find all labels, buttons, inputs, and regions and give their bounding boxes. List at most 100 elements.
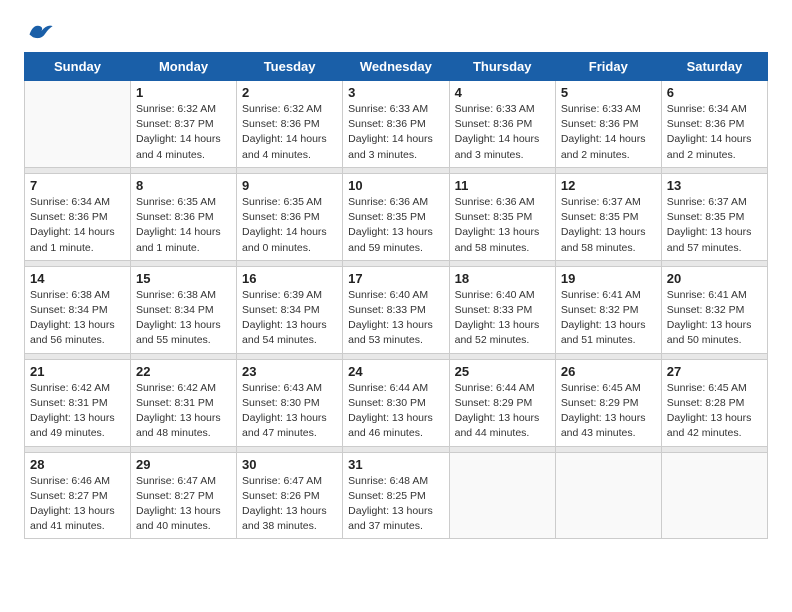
calendar-day-cell: 6 Sunrise: 6:34 AMSunset: 8:36 PMDaylight… [661, 81, 767, 168]
calendar-day-cell: 11 Sunrise: 6:36 AMSunset: 8:35 PMDayligh… [449, 173, 555, 260]
day-info: Sunrise: 6:38 AMSunset: 8:34 PMDaylight:… [136, 288, 231, 349]
day-number: 27 [667, 364, 762, 379]
day-number: 15 [136, 271, 231, 286]
day-number: 14 [30, 271, 125, 286]
calendar-day-cell [449, 452, 555, 539]
day-info: Sunrise: 6:45 AMSunset: 8:29 PMDaylight:… [561, 381, 656, 442]
day-info: Sunrise: 6:42 AMSunset: 8:31 PMDaylight:… [136, 381, 231, 442]
day-info: Sunrise: 6:35 AMSunset: 8:36 PMDaylight:… [136, 195, 231, 256]
calendar-week-row: 1Sunrise: 6:32 AMSunset: 8:37 PMDaylight… [25, 81, 768, 168]
day-info: Sunrise: 6:33 AMSunset: 8:36 PMDaylight:… [561, 102, 656, 163]
day-number: 10 [348, 178, 443, 193]
day-info: Sunrise: 6:37 AMSunset: 8:35 PMDaylight:… [667, 195, 762, 256]
day-info: Sunrise: 6:35 AMSunset: 8:36 PMDaylight:… [242, 195, 337, 256]
day-info: Sunrise: 6:43 AMSunset: 8:30 PMDaylight:… [242, 381, 337, 442]
day-info: Sunrise: 6:41 AMSunset: 8:32 PMDaylight:… [667, 288, 762, 349]
day-number: 25 [455, 364, 550, 379]
calendar-day-cell: 9 Sunrise: 6:35 AMSunset: 8:36 PMDaylight… [237, 173, 343, 260]
day-number: 24 [348, 364, 443, 379]
day-info: Sunrise: 6:44 AMSunset: 8:29 PMDaylight:… [455, 381, 550, 442]
calendar-day-cell: 10 Sunrise: 6:36 AMSunset: 8:35 PMDayligh… [343, 173, 449, 260]
calendar-day-cell: 31 Sunrise: 6:48 AMSunset: 8:25 PMDayligh… [343, 452, 449, 539]
day-info: Sunrise: 6:33 AMSunset: 8:36 PMDaylight:… [348, 102, 443, 163]
calendar-day-cell: 18 Sunrise: 6:40 AMSunset: 8:33 PMDayligh… [449, 266, 555, 353]
day-info: Sunrise: 6:47 AMSunset: 8:26 PMDaylight:… [242, 474, 337, 535]
calendar-day-cell: 5 Sunrise: 6:33 AMSunset: 8:36 PMDaylight… [555, 81, 661, 168]
calendar-day-cell: 22 Sunrise: 6:42 AMSunset: 8:31 PMDayligh… [131, 359, 237, 446]
day-number: 6 [667, 85, 762, 100]
day-number: 12 [561, 178, 656, 193]
calendar-day-cell: 26Sunrise: 6:45 AMSunset: 8:29 PMDayligh… [555, 359, 661, 446]
calendar-week-row: 28 Sunrise: 6:46 AMSunset: 8:27 PMDayligh… [25, 452, 768, 539]
day-number: 7 [30, 178, 125, 193]
day-info: Sunrise: 6:32 AMSunset: 8:36 PMDaylight:… [242, 102, 337, 163]
day-info: Sunrise: 6:41 AMSunset: 8:32 PMDaylight:… [561, 288, 656, 349]
day-number: 2 [242, 85, 337, 100]
calendar-day-cell: 2 Sunrise: 6:32 AMSunset: 8:36 PMDaylight… [237, 81, 343, 168]
calendar-day-cell: 21Sunrise: 6:42 AMSunset: 8:31 PMDayligh… [25, 359, 131, 446]
day-info: Sunrise: 6:48 AMSunset: 8:25 PMDaylight:… [348, 474, 443, 535]
weekday-header: Sunday [25, 53, 131, 81]
day-number: 19 [561, 271, 656, 286]
day-number: 31 [348, 457, 443, 472]
calendar-day-cell: 16 Sunrise: 6:39 AMSunset: 8:34 PMDayligh… [237, 266, 343, 353]
calendar-day-cell: 17 Sunrise: 6:40 AMSunset: 8:33 PMDayligh… [343, 266, 449, 353]
calendar-day-cell: 23Sunrise: 6:43 AMSunset: 8:30 PMDayligh… [237, 359, 343, 446]
day-number: 3 [348, 85, 443, 100]
calendar-day-cell: 3 Sunrise: 6:33 AMSunset: 8:36 PMDaylight… [343, 81, 449, 168]
calendar-header-row: SundayMondayTuesdayWednesdayThursdayFrid… [25, 53, 768, 81]
header [24, 20, 768, 42]
day-number: 28 [30, 457, 125, 472]
day-info: Sunrise: 6:32 AMSunset: 8:37 PMDaylight:… [136, 102, 231, 163]
calendar-day-cell: 28 Sunrise: 6:46 AMSunset: 8:27 PMDayligh… [25, 452, 131, 539]
calendar-week-row: 7 Sunrise: 6:34 AMSunset: 8:36 PMDaylight… [25, 173, 768, 260]
day-info: Sunrise: 6:36 AMSunset: 8:35 PMDaylight:… [348, 195, 443, 256]
day-number: 22 [136, 364, 231, 379]
logo-bird-icon [26, 20, 54, 42]
day-number: 13 [667, 178, 762, 193]
calendar-day-cell: 24 Sunrise: 6:44 AMSunset: 8:30 PMDayligh… [343, 359, 449, 446]
day-number: 9 [242, 178, 337, 193]
calendar-day-cell: 13 Sunrise: 6:37 AMSunset: 8:35 PMDayligh… [661, 173, 767, 260]
day-info: Sunrise: 6:34 AMSunset: 8:36 PMDaylight:… [667, 102, 762, 163]
day-info: Sunrise: 6:40 AMSunset: 8:33 PMDaylight:… [455, 288, 550, 349]
day-number: 20 [667, 271, 762, 286]
day-info: Sunrise: 6:36 AMSunset: 8:35 PMDaylight:… [455, 195, 550, 256]
calendar-day-cell: 7 Sunrise: 6:34 AMSunset: 8:36 PMDaylight… [25, 173, 131, 260]
day-number: 4 [455, 85, 550, 100]
weekday-header: Monday [131, 53, 237, 81]
weekday-header: Thursday [449, 53, 555, 81]
calendar-day-cell: 1Sunrise: 6:32 AMSunset: 8:37 PMDaylight… [131, 81, 237, 168]
day-number: 5 [561, 85, 656, 100]
calendar-day-cell: 4 Sunrise: 6:33 AMSunset: 8:36 PMDaylight… [449, 81, 555, 168]
weekday-header: Tuesday [237, 53, 343, 81]
day-info: Sunrise: 6:34 AMSunset: 8:36 PMDaylight:… [30, 195, 125, 256]
calendar-day-cell: 20 Sunrise: 6:41 AMSunset: 8:32 PMDayligh… [661, 266, 767, 353]
calendar-day-cell: 30 Sunrise: 6:47 AMSunset: 8:26 PMDayligh… [237, 452, 343, 539]
day-info: Sunrise: 6:33 AMSunset: 8:36 PMDaylight:… [455, 102, 550, 163]
calendar-day-cell: 14 Sunrise: 6:38 AMSunset: 8:34 PMDayligh… [25, 266, 131, 353]
calendar-day-cell: 15 Sunrise: 6:38 AMSunset: 8:34 PMDayligh… [131, 266, 237, 353]
day-info: Sunrise: 6:44 AMSunset: 8:30 PMDaylight:… [348, 381, 443, 442]
day-number: 30 [242, 457, 337, 472]
day-number: 17 [348, 271, 443, 286]
calendar-day-cell: 19 Sunrise: 6:41 AMSunset: 8:32 PMDayligh… [555, 266, 661, 353]
weekday-header: Wednesday [343, 53, 449, 81]
calendar-day-cell [661, 452, 767, 539]
calendar-day-cell [25, 81, 131, 168]
calendar-day-cell: 12Sunrise: 6:37 AMSunset: 8:35 PMDayligh… [555, 173, 661, 260]
day-number: 29 [136, 457, 231, 472]
calendar-week-row: 14 Sunrise: 6:38 AMSunset: 8:34 PMDayligh… [25, 266, 768, 353]
day-info: Sunrise: 6:38 AMSunset: 8:34 PMDaylight:… [30, 288, 125, 349]
day-info: Sunrise: 6:47 AMSunset: 8:27 PMDaylight:… [136, 474, 231, 535]
day-number: 18 [455, 271, 550, 286]
calendar-day-cell: 8Sunrise: 6:35 AMSunset: 8:36 PMDaylight… [131, 173, 237, 260]
day-number: 16 [242, 271, 337, 286]
calendar-day-cell: 25 Sunrise: 6:44 AMSunset: 8:29 PMDayligh… [449, 359, 555, 446]
day-info: Sunrise: 6:46 AMSunset: 8:27 PMDaylight:… [30, 474, 125, 535]
weekday-header: Saturday [661, 53, 767, 81]
calendar-day-cell [555, 452, 661, 539]
day-info: Sunrise: 6:39 AMSunset: 8:34 PMDaylight:… [242, 288, 337, 349]
day-number: 11 [455, 178, 550, 193]
day-info: Sunrise: 6:40 AMSunset: 8:33 PMDaylight:… [348, 288, 443, 349]
